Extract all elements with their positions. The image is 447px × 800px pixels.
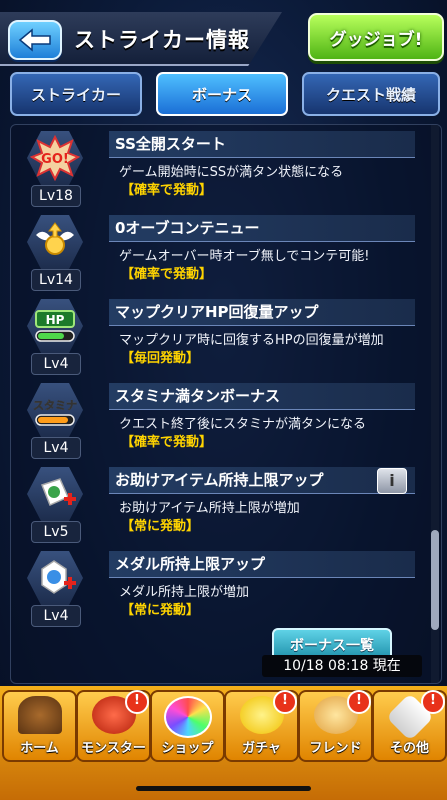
- bonus-row[interactable]: GO! Lv18 SS全開スタート ゲーム開始時にSSが満タン状態になる 【確率…: [11, 131, 431, 215]
- notification-badge: !: [125, 690, 149, 714]
- bonus-icon-box: HP Lv4: [21, 299, 89, 377]
- good-job-button[interactable]: グッジョブ!: [308, 13, 444, 61]
- nav-label: モンスター: [81, 741, 146, 756]
- bonus-icon-box: Lv5: [21, 467, 89, 545]
- go-icon: GO!: [27, 131, 83, 185]
- bonus-title: メダル所持上限アップ: [109, 551, 415, 578]
- bonus-title: お助けアイテム所持上限アップ: [109, 467, 415, 494]
- bonus-title: SS全開スタート: [109, 131, 415, 158]
- svg-text:スタミナ: スタミナ: [33, 399, 77, 412]
- bonus-row[interactable]: HP Lv4 マップクリアHP回復量アップ マップクリア時に回復するHPの回復量…: [11, 299, 431, 383]
- bonus-row[interactable]: スタミナ Lv4 スタミナ満タンボーナス クエスト終了後にスタミナが満タンになる…: [11, 383, 431, 467]
- bonus-condition: 【確率で発動】: [121, 435, 213, 450]
- bonus-list[interactable]: GO! Lv18 SS全開スタート ゲーム開始時にSSが満タン状態になる 【確率…: [10, 124, 442, 684]
- bonus-row[interactable]: Lv5 お助けアイテム所持上限アップ i お助けアイテム所持上限が増加 【常に発…: [11, 467, 431, 551]
- page-title: ストライカー情報: [74, 28, 250, 52]
- level-label: Lv5: [31, 521, 81, 543]
- info-button[interactable]: i: [377, 468, 407, 494]
- bonus-icon-box: GO! Lv18: [21, 131, 89, 209]
- back-arrow-icon: [18, 28, 51, 52]
- bonus-description: クエスト終了後にスタミナが満タンになる: [119, 417, 367, 432]
- nav-label: ショップ: [161, 741, 214, 756]
- bonus-row[interactable]: Lv4 メダル所持上限アップ メダル所持上限が増加 【常に発動】: [11, 551, 431, 635]
- bonus-description: メダル所持上限が増加: [119, 585, 250, 600]
- timestamp: 10/18 08:18 現在: [262, 655, 422, 677]
- bottom-nav: ホーム ! モンスター ショップ ! ガチャ ! フレンド ! その他: [0, 686, 447, 800]
- scroll-thumb[interactable]: [431, 530, 439, 630]
- bonus-description: ゲーム開始時にSSが満タン状態になる: [119, 165, 344, 180]
- bonus-condition: 【常に発動】: [121, 519, 200, 534]
- nav-monster[interactable]: ! モンスター: [76, 690, 151, 762]
- nav-label: フレンド: [309, 741, 362, 756]
- tab-quest-record[interactable]: クエスト戦績: [302, 72, 440, 116]
- nav-gacha[interactable]: ! ガチャ: [224, 690, 299, 762]
- bonus-icon-box: スタミナ Lv4: [21, 383, 89, 461]
- notification-badge: !: [273, 690, 297, 714]
- nav-home[interactable]: ホーム: [2, 690, 77, 762]
- svg-text:HP: HP: [46, 313, 65, 327]
- hp-icon: HP: [27, 299, 83, 353]
- bonus-title: マップクリアHP回復量アップ: [109, 299, 415, 326]
- level-label: Lv4: [31, 605, 81, 627]
- bonus-title: スタミナ満タンボーナス: [109, 383, 415, 410]
- header: ストライカー情報 グッジョブ!: [0, 10, 447, 70]
- tab-bar: ストライカー ボーナス クエスト戦績: [10, 72, 440, 118]
- bonus-description: マップクリア時に回復するHPの回復量が増加: [119, 333, 384, 348]
- tab-striker[interactable]: ストライカー: [10, 72, 142, 116]
- bonus-condition: 【確率で発動】: [121, 183, 213, 198]
- nav-other[interactable]: ! その他: [372, 690, 447, 762]
- level-label: Lv4: [31, 353, 81, 375]
- level-label: Lv18: [31, 185, 81, 207]
- medal-plus-icon: [27, 551, 83, 605]
- svg-text:GO!: GO!: [41, 152, 69, 167]
- tab-bonus[interactable]: ボーナス: [156, 72, 288, 116]
- bonus-condition: 【毎回発動】: [121, 351, 200, 366]
- bonus-condition: 【確率で発動】: [121, 267, 213, 282]
- notification-badge: !: [347, 690, 371, 714]
- home-icon: [17, 696, 62, 734]
- bonus-condition: 【常に発動】: [121, 603, 200, 618]
- scrollbar[interactable]: [431, 125, 439, 683]
- bonus-row[interactable]: Lv14 0オーブコンテニュー ゲームオーバー時オーブ無しでコンテ可能! 【確率…: [11, 215, 431, 299]
- bonus-title: 0オーブコンテニュー: [109, 215, 415, 242]
- level-label: Lv4: [31, 437, 81, 459]
- bonus-description: お助けアイテム所持上限が増加: [119, 501, 300, 516]
- orb-wings-icon: [27, 215, 83, 269]
- nav-friend[interactable]: ! フレンド: [298, 690, 373, 762]
- shop-orb-icon: [163, 696, 212, 738]
- home-indicator[interactable]: [136, 786, 311, 791]
- back-button[interactable]: [8, 20, 62, 60]
- bonus-icon-box: Lv4: [21, 551, 89, 629]
- bonus-icon-box: Lv14: [21, 215, 89, 293]
- nav-label: ガチャ: [242, 741, 281, 756]
- notification-badge: !: [421, 690, 445, 714]
- nav-label: その他: [389, 741, 429, 756]
- nav-shop[interactable]: ショップ: [150, 690, 225, 762]
- stamina-icon: スタミナ: [27, 383, 83, 437]
- level-label: Lv14: [31, 269, 81, 291]
- bonus-description: ゲームオーバー時オーブ無しでコンテ可能!: [119, 249, 370, 264]
- nav-label: ホーム: [20, 741, 59, 756]
- item-plus-icon: [27, 467, 83, 521]
